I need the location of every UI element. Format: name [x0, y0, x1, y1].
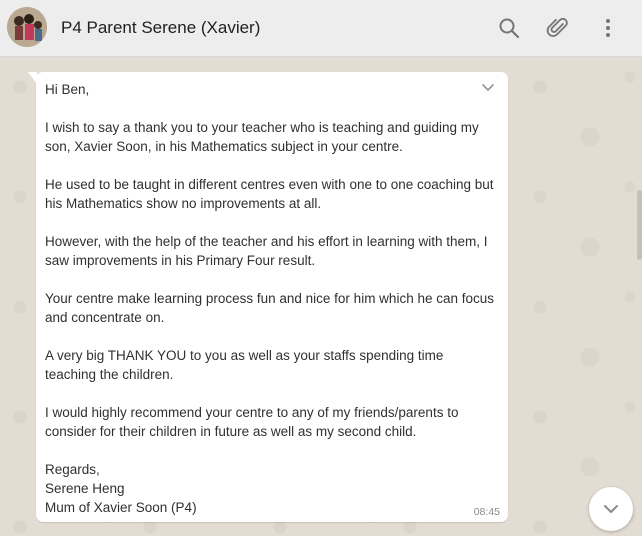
chevron-down-icon[interactable]	[480, 81, 496, 95]
message-timestamp: 08:45	[473, 506, 500, 518]
scrollbar[interactable]	[637, 190, 642, 260]
message-text: Hi Ben, I wish to say a thank you to you…	[45, 80, 498, 517]
greeting: Hi Ben,	[45, 82, 90, 97]
sender-name: Serene Heng	[45, 481, 125, 496]
contact-avatar[interactable]	[7, 7, 47, 47]
paragraph: He used to be taught in different centre…	[45, 177, 494, 211]
sender-role: Mum of Xavier Soon (P4)	[45, 500, 197, 515]
signature: Regards, Serene Heng Mum of Xavier Soon …	[45, 460, 498, 517]
bubble-tail	[28, 72, 37, 84]
message-bubble[interactable]: Hi Ben, I wish to say a thank you to you…	[28, 72, 508, 522]
search-icon[interactable]	[496, 15, 522, 41]
paperclip-icon[interactable]	[545, 15, 571, 41]
chevron-down-icon	[604, 505, 618, 513]
paragraph: However, with the help of the teacher an…	[45, 234, 488, 268]
more-vertical-icon[interactable]	[595, 15, 621, 41]
scroll-down-button[interactable]	[589, 487, 633, 531]
paragraph: A very big THANK YOU to you as well as y…	[45, 348, 444, 382]
signoff: Regards,	[45, 462, 100, 477]
paragraph: I wish to say a thank you to your teache…	[45, 120, 479, 154]
paragraph: I would highly recommend your centre to …	[45, 405, 459, 439]
chat-title[interactable]: P4 Parent Serene (Xavier)	[61, 18, 260, 38]
chat-header: P4 Parent Serene (Xavier)	[0, 0, 642, 57]
paragraph: Your centre make learning process fun an…	[45, 291, 495, 325]
